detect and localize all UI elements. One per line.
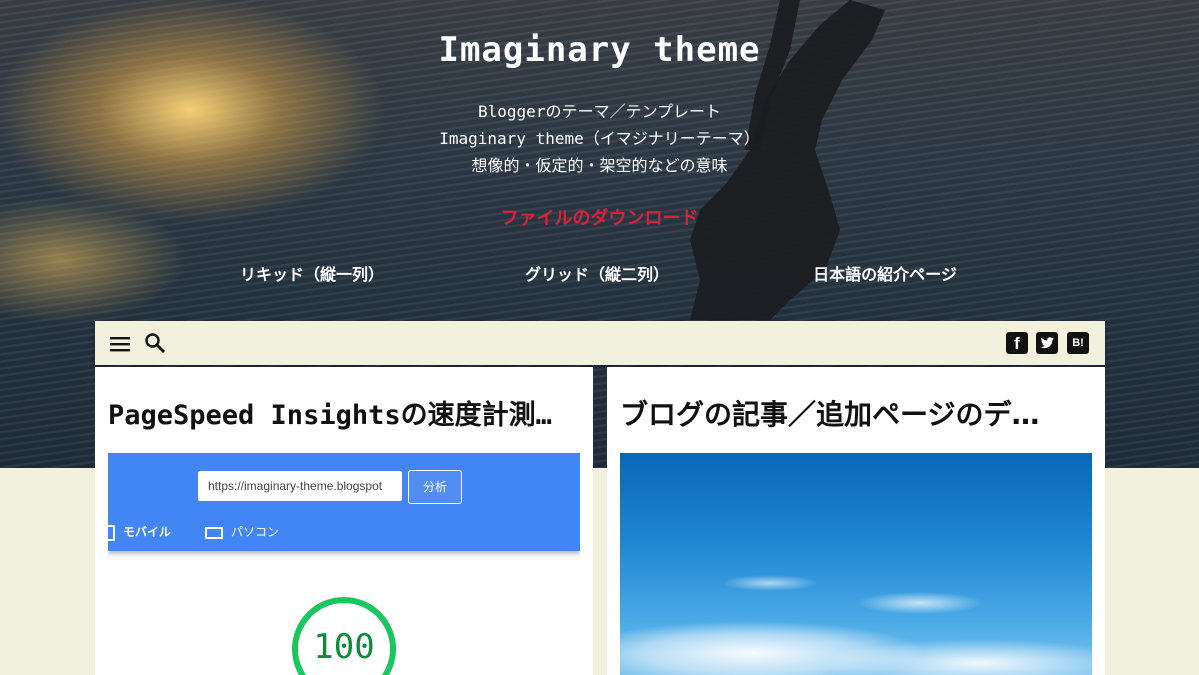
- pagespeed-tab-desktop-label: パソコン: [231, 525, 280, 539]
- site-description-line-2: Imaginary theme（イマジナリーテーマ）: [439, 129, 760, 148]
- site-title[interactable]: Imaginary theme: [0, 30, 1199, 70]
- facebook-share-icon[interactable]: f: [1006, 332, 1028, 354]
- toolbar: f B!: [95, 321, 1105, 365]
- post-title[interactable]: ブログの記事／追加ページのデ…: [620, 393, 1092, 433]
- post-title[interactable]: PageSpeed Insightsの速度計測…: [108, 393, 580, 432]
- mobile-icon: [108, 524, 115, 541]
- pagespeed-score-gauge: 100: [292, 597, 396, 675]
- pagespeed-tab-mobile-label: モバイル: [123, 525, 172, 539]
- pagespeed-url-field: https://imaginary-theme.blogspot: [198, 471, 402, 501]
- pagespeed-tab-mobile: モバイル: [108, 523, 171, 541]
- search-icon[interactable]: [144, 332, 166, 354]
- pagespeed-header: https://imaginary-theme.blogspot 分析 モバイル…: [108, 453, 580, 551]
- site-description-line-3: 想像的・仮定的・架空的などの意味: [471, 156, 728, 175]
- post-thumbnail[interactable]: https://imaginary-theme.blogspot 分析 モバイル…: [108, 453, 580, 675]
- post-card[interactable]: PageSpeed Insightsの速度計測… https://imagina…: [95, 367, 593, 675]
- twitter-bird-icon: [1040, 337, 1054, 349]
- liquid-layout-link[interactable]: リキッド（縦一列）: [162, 261, 462, 285]
- pagespeed-tab-desktop: パソコン: [205, 523, 279, 540]
- japanese-intro-link[interactable]: 日本語の紹介ページ: [735, 261, 1035, 285]
- site-description-line-1: Bloggerのテーマ／テンプレート: [478, 102, 721, 121]
- grid-layout-link[interactable]: グリッド（縦二列）: [447, 261, 747, 285]
- download-link[interactable]: ファイルのダウンロード: [0, 204, 1199, 230]
- post-card[interactable]: ブログの記事／追加ページのデ…: [607, 367, 1105, 675]
- hatena-bookmark-icon[interactable]: B!: [1067, 332, 1089, 354]
- menu-icon[interactable]: [110, 334, 132, 354]
- twitter-share-icon[interactable]: [1036, 332, 1058, 354]
- pagespeed-analyze-button: 分析: [408, 470, 462, 504]
- laptop-icon: [205, 526, 223, 539]
- post-thumbnail-sky-image[interactable]: [620, 453, 1092, 675]
